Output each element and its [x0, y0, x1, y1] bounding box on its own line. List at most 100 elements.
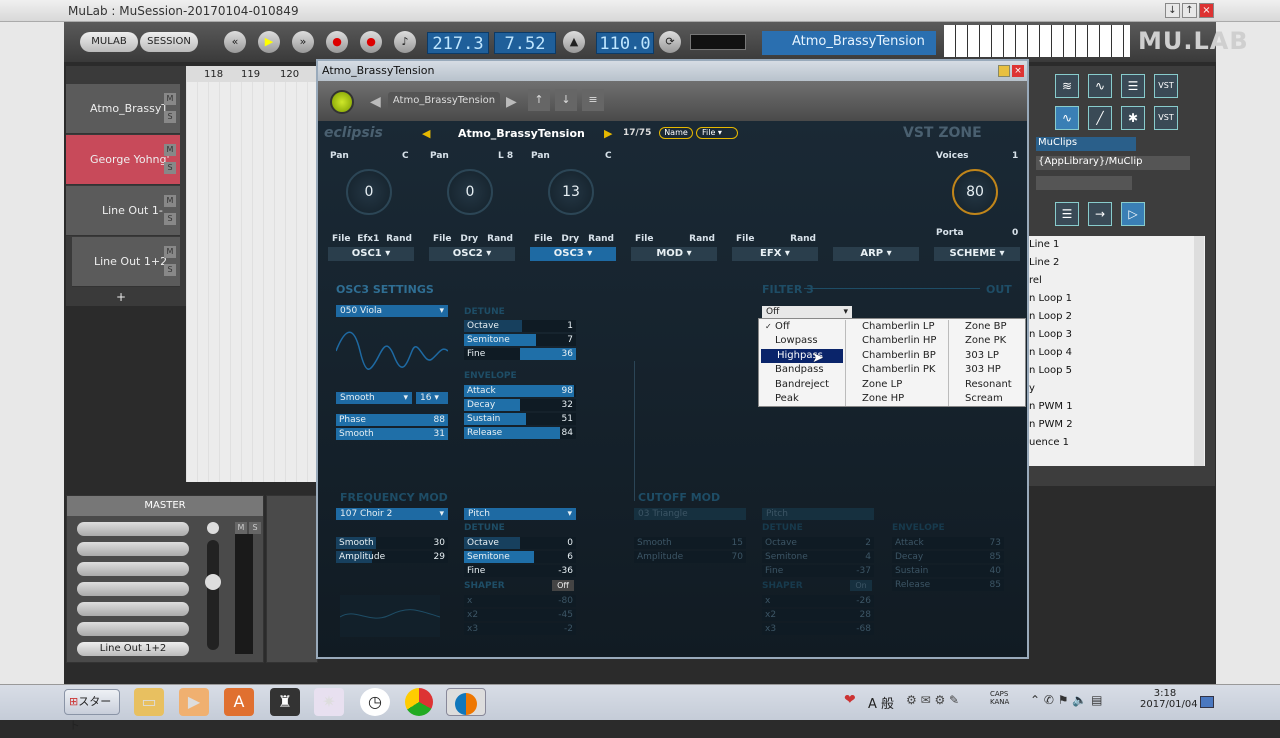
load-icon[interactable]: ↑	[528, 89, 550, 111]
piano-keyboard[interactable]	[944, 25, 1130, 57]
phase-slider[interactable]: Phase 88	[336, 414, 448, 426]
prev-preset-icon[interactable]: ◀	[370, 94, 381, 110]
filter-option[interactable]: Chamberlin HP	[846, 334, 948, 348]
tab-osc1[interactable]: OSC1 ▾	[328, 247, 414, 261]
rand-label[interactable]: Rand	[588, 234, 614, 244]
record-icon[interactable]: ●	[326, 31, 348, 53]
file-label[interactable]: File	[332, 234, 350, 244]
ime-indicator[interactable]: A 般	[868, 693, 894, 712]
cutoffmod-amp-slider[interactable]: Amplitude 70	[634, 551, 746, 563]
freqmod-octave-slider[interactable]: Octave 0	[464, 537, 576, 549]
cutoffmod-source-select[interactable]: 03 Triangle	[634, 508, 746, 520]
spider-icon[interactable]: ✷	[314, 688, 344, 716]
filter-option[interactable]: Zone LP	[846, 378, 948, 392]
rand-label[interactable]: Rand	[689, 234, 715, 244]
freqmod-smooth-slider[interactable]: Smooth 30	[336, 537, 448, 549]
mute-button[interactable]: M	[164, 246, 176, 258]
pan-knob[interactable]	[207, 522, 219, 534]
attack-slider[interactable]: Attack 98	[464, 385, 576, 397]
preset-next-arrow[interactable]: ▶	[604, 127, 612, 140]
rand-label[interactable]: Rand	[487, 234, 513, 244]
list-icon[interactable]: ☰	[1055, 202, 1079, 226]
tray-clock[interactable]: 3:18 2017/01/04	[1140, 688, 1198, 710]
filter-option[interactable]: Resonant	[949, 378, 1025, 392]
tab-mod[interactable]: MOD ▾	[631, 247, 717, 261]
track-george[interactable]: George Yohng'	[66, 135, 180, 185]
audio-clip-icon[interactable]: ≋	[1055, 74, 1079, 98]
clip-list-item[interactable]: n PWM 2	[1029, 416, 1205, 434]
tab-scheme[interactable]: SCHEME ▾	[934, 247, 1020, 261]
fx-icon[interactable]: ✱	[1121, 106, 1145, 130]
insert-slot[interactable]	[77, 582, 189, 596]
arrangement-grid[interactable]	[186, 82, 318, 482]
stop-record-icon[interactable]: ●	[360, 31, 382, 53]
clip-list-item[interactable]: Line 2	[1029, 254, 1205, 272]
file-label[interactable]: File	[433, 234, 451, 244]
tray-status-icons[interactable]: ⌃ ✆ ⚑ 🔈 ▤	[1030, 693, 1102, 707]
clip-list-item[interactable]: n PWM 1	[1029, 398, 1205, 416]
plugin-minimize-icon[interactable]	[998, 65, 1010, 77]
rand-label[interactable]: Rand	[790, 234, 816, 244]
pan-knob-osc2[interactable]: 0	[447, 169, 493, 215]
freqmod-x-slider[interactable]: x -80	[464, 595, 576, 607]
plugin-preset-field[interactable]: Atmo_BrassyTension	[388, 92, 500, 110]
start-button[interactable]: ⊞スタート	[64, 689, 120, 732]
master-solo[interactable]: S	[249, 522, 261, 534]
filter-option[interactable]: Chamberlin BP	[846, 349, 948, 363]
freqmod-amp-slider[interactable]: Amplitude 29	[336, 551, 448, 563]
master-mute[interactable]: M	[235, 522, 247, 534]
menu-icon[interactable]: ≡	[582, 89, 604, 111]
mute-button[interactable]: M	[164, 144, 176, 156]
freqmod-fine-slider[interactable]: Fine -36	[464, 565, 576, 577]
track-atmo[interactable]: Atmo_BrassyT	[66, 84, 180, 134]
filter-option[interactable]: Bandpass	[759, 363, 845, 377]
freqmod-x2-slider[interactable]: x2 -45	[464, 609, 576, 621]
filter-option[interactable]: Scream	[949, 392, 1025, 406]
next-preset-icon[interactable]: ▶	[506, 94, 517, 110]
octave-slider[interactable]: Octave 1	[464, 320, 576, 332]
track-lineout-12[interactable]: Line Out 1+2	[72, 237, 180, 287]
filter-option[interactable]: 303 HP	[949, 363, 1025, 377]
release-slider[interactable]: Release 84	[464, 427, 576, 439]
filter-option[interactable]: Chamberlin PK	[846, 363, 948, 377]
smooth-select[interactable]: Smooth ▾	[336, 392, 412, 404]
sustain-slider[interactable]: Sustain 51	[464, 413, 576, 425]
file-button[interactable]: File ▾	[696, 127, 738, 139]
vst-fx-icon[interactable]: VST	[1154, 106, 1178, 130]
play-icon[interactable]: ▶	[258, 31, 280, 53]
tempo-display[interactable]: 110.0	[596, 32, 654, 54]
mixer-icon[interactable]: ☰	[1121, 74, 1145, 98]
minimize-icon[interactable]: ↓	[1165, 3, 1180, 18]
solo-button[interactable]: S	[164, 111, 176, 123]
forward-icon[interactable]: »	[292, 31, 314, 53]
pan-knob-osc1[interactable]: 0	[346, 169, 392, 215]
tab-osc3[interactable]: OSC3 ▾	[530, 247, 616, 261]
session-button[interactable]: SESSION	[140, 32, 198, 52]
muclips-label[interactable]: MuClips	[1036, 137, 1136, 151]
osc-smooth-slider[interactable]: Smooth 31	[336, 428, 448, 440]
rewind-icon[interactable]: «	[224, 31, 246, 53]
clip-list-item[interactable]: n Loop 2	[1029, 308, 1205, 326]
filter-option[interactable]: Zone PK	[949, 334, 1025, 348]
freqmod-semitone-slider[interactable]: Semitone 6	[464, 551, 576, 563]
cutoffmod-smooth-slider[interactable]: Smooth 15	[634, 537, 746, 549]
clip-list-item[interactable]: n Loop 5	[1029, 362, 1205, 380]
filter-option[interactable]: Chamberlin LP	[846, 320, 948, 334]
filter-option[interactable]: Zone BP	[949, 320, 1025, 334]
clip-list-item[interactable]: uence 1	[1029, 434, 1205, 452]
clock-app-icon[interactable]: ◷	[360, 688, 390, 716]
pan-knob-osc3[interactable]: 13	[548, 169, 594, 215]
cutoffmod-fine-slider[interactable]: Fine -37	[762, 565, 874, 577]
cutoffmod-sustain-slider[interactable]: Sustain 40	[892, 565, 1004, 577]
file-label[interactable]: File	[736, 234, 754, 244]
filter-option[interactable]: ✓ Off	[759, 320, 845, 334]
solo-button[interactable]: S	[164, 162, 176, 174]
explorer-icon[interactable]: ▭	[134, 688, 164, 716]
clip-list-item[interactable]: rel	[1029, 272, 1205, 290]
tab-efx[interactable]: EFX ▾	[732, 247, 818, 261]
freqmod-x3-slider[interactable]: x3 -2	[464, 623, 576, 635]
filter-option[interactable]: 303 LP	[949, 349, 1025, 363]
dry-label[interactable]: Dry	[460, 234, 478, 244]
wave-icon[interactable]: ∿	[1088, 74, 1112, 98]
position-display[interactable]: 217.3	[427, 32, 489, 54]
